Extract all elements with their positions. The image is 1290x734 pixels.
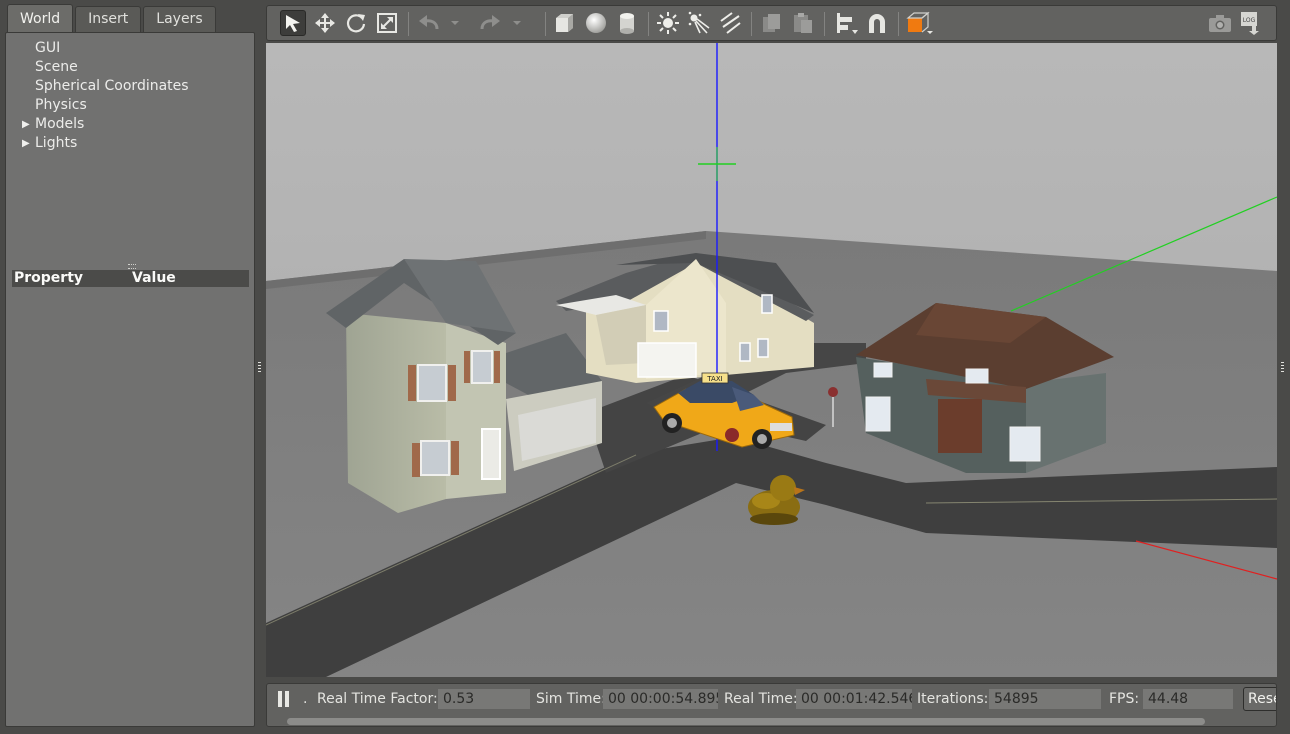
insert-spot-light-button[interactable] — [686, 10, 712, 36]
cylinder-shape-icon — [620, 13, 634, 34]
tree-item-spherical-coordinates[interactable]: Spherical Coordinates — [6, 77, 254, 96]
simulation-status-bar: . Real Time Factor: 0.53 Sim Time: 00 00… — [266, 683, 1277, 727]
property-table-header: Property Value — [12, 270, 249, 287]
expand-arrow-icon[interactable]: ▶ — [22, 134, 30, 153]
insert-sphere-button[interactable] — [583, 10, 609, 36]
left-tab-bar: World Insert Layers — [7, 4, 218, 32]
fps-label: FPS: — [1109, 691, 1140, 707]
toolbar-separator — [898, 12, 899, 36]
tab-world[interactable]: World — [7, 4, 74, 32]
translate-mode-button[interactable] — [312, 10, 338, 36]
insert-point-light-button[interactable] — [655, 10, 681, 36]
directional-light-icon — [720, 12, 741, 34]
right-panel-resize-handle[interactable] — [1281, 362, 1284, 372]
point-light-icon — [657, 12, 679, 34]
world-tree: GUI Scene Spherical Coordinates Physics … — [6, 39, 254, 153]
undo-history-dropdown[interactable] — [448, 10, 462, 36]
undo-icon — [419, 15, 439, 30]
sim-time-field: 00 00:00:54.895 — [603, 689, 718, 709]
real-time-factor-label: Real Time Factor: — [317, 691, 438, 707]
scale-mode-button[interactable] — [374, 10, 400, 36]
tree-item-label: Spherical Coordinates — [35, 78, 189, 94]
snap-button[interactable] — [864, 10, 890, 36]
select-mode-button[interactable] — [280, 10, 306, 36]
toolbar-separator — [751, 12, 752, 36]
tree-item-lights[interactable]: ▶ Lights — [6, 134, 254, 153]
value-column-header[interactable]: Value — [132, 270, 176, 287]
translate-icon — [315, 13, 335, 33]
log-icon-text: LOG — [1243, 17, 1256, 24]
scale-icon — [377, 13, 397, 33]
toolbar-separator — [408, 12, 409, 36]
copy-button[interactable] — [759, 10, 785, 36]
redo-button[interactable] — [477, 10, 503, 36]
scene-render[interactable]: TAXI — [266, 43, 1277, 677]
left-panel-resize-handle[interactable] — [258, 362, 261, 372]
step-button[interactable]: . — [303, 691, 307, 707]
tab-insert[interactable]: Insert — [75, 6, 142, 32]
toolbar-separator — [824, 12, 825, 36]
paste-button[interactable] — [790, 10, 816, 36]
undo-button[interactable] — [416, 10, 442, 36]
view-angle-icon — [906, 11, 933, 34]
spot-light-icon — [688, 11, 710, 34]
taxi-sign-text: TAXI — [706, 375, 722, 383]
fps-field: 44.48 — [1143, 689, 1233, 709]
real-time-factor-field: 0.53 — [438, 689, 530, 709]
toolbar-separator — [545, 12, 546, 36]
insert-cylinder-button[interactable] — [614, 10, 640, 36]
tree-item-label: GUI — [35, 40, 61, 56]
tree-item-gui[interactable]: GUI — [6, 39, 254, 58]
screenshot-camera-icon — [1209, 15, 1231, 32]
view-angle-button[interactable] — [905, 10, 935, 36]
tree-item-physics[interactable]: Physics — [6, 96, 254, 115]
screenshot-button[interactable] — [1207, 10, 1233, 36]
tree-item-label: Scene — [35, 59, 78, 75]
log-icon: LOG — [1241, 12, 1259, 35]
snap-magnet-icon — [869, 14, 885, 33]
chevron-down-icon — [513, 21, 521, 25]
tree-item-models[interactable]: ▶ Models — [6, 115, 254, 134]
real-time-field: 00 00:01:42.546 — [796, 689, 912, 709]
insert-directional-light-button[interactable] — [717, 10, 743, 36]
panel-splitter-handle[interactable] — [128, 264, 136, 269]
reset-time-button[interactable]: Reset — [1243, 687, 1276, 711]
sim-time-label: Sim Time: — [536, 691, 606, 707]
scene-viewport[interactable]: TAXI — [266, 43, 1277, 677]
iterations-field: 54895 — [989, 689, 1101, 709]
tree-item-label: Models — [35, 116, 85, 132]
toolbar-separator — [648, 12, 649, 36]
box-shape-icon — [556, 14, 573, 32]
property-column-header[interactable]: Property — [14, 270, 83, 287]
redo-icon — [480, 15, 500, 30]
rotate-icon — [346, 14, 366, 33]
iterations-label: Iterations: — [917, 691, 989, 707]
horizontal-scrollbar[interactable] — [287, 718, 1205, 725]
rotate-mode-button[interactable] — [343, 10, 369, 36]
insert-box-button[interactable] — [551, 10, 577, 36]
tree-item-label: Physics — [35, 97, 87, 113]
expand-arrow-icon[interactable]: ▶ — [22, 115, 30, 134]
copy-icon — [763, 14, 780, 32]
pause-icon — [278, 691, 289, 707]
select-arrow-icon — [286, 15, 300, 32]
align-icon — [837, 13, 858, 34]
align-button[interactable] — [833, 10, 859, 36]
play-pause-button[interactable] — [277, 690, 291, 708]
redo-history-dropdown[interactable] — [510, 10, 524, 36]
sphere-shape-icon — [586, 13, 606, 33]
world-panel: GUI Scene Spherical Coordinates Physics … — [5, 32, 255, 727]
chevron-down-icon — [451, 21, 459, 25]
real-time-label: Real Time: — [724, 691, 798, 707]
tab-layers[interactable]: Layers — [143, 6, 216, 32]
paste-icon — [794, 13, 812, 33]
log-button[interactable]: LOG — [1237, 10, 1263, 36]
tree-item-label: Lights — [35, 135, 78, 151]
tree-item-scene[interactable]: Scene — [6, 58, 254, 77]
main-toolbar: LOG — [266, 5, 1277, 41]
